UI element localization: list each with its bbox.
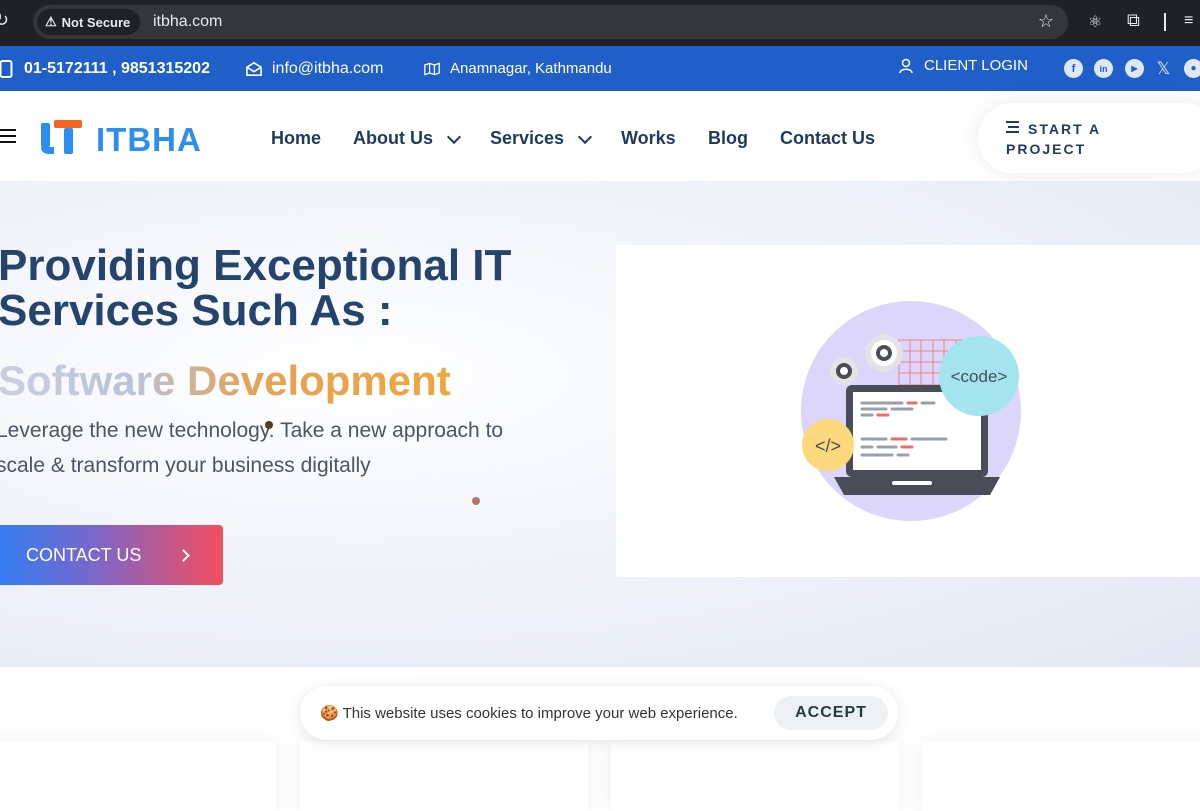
- chevron-down-icon: [446, 129, 462, 144]
- envelope-icon: [246, 61, 262, 77]
- address-contact: Anamnagar, Kathmandu: [424, 46, 612, 91]
- decorative-dot: [472, 497, 480, 505]
- hero-lead-text: Leverage the new technology. Take a new …: [0, 419, 504, 477]
- user-icon: [898, 58, 914, 74]
- nav-item-about-us[interactable]: About Us: [353, 128, 462, 149]
- security-chip[interactable]: ⚠ Not Secure: [37, 9, 141, 35]
- email-text: info@itbha.com: [272, 59, 384, 77]
- service-card[interactable]: [300, 741, 588, 811]
- phone-icon: [0, 59, 14, 78]
- nav-item-label: About Us: [353, 128, 433, 148]
- service-card[interactable]: [922, 741, 1200, 811]
- security-label: Not Secure: [61, 14, 131, 30]
- top-info-bar: 01-5172111 , 9851315202 info@itbha.com A…: [0, 46, 1200, 91]
- warning-icon: ⚠: [45, 14, 57, 29]
- client-login-link[interactable]: CLIENT LOGIN: [898, 43, 1028, 88]
- youtube-icon[interactable]: ▶: [1125, 59, 1144, 78]
- chevron-right-icon: [177, 549, 190, 562]
- nav-item-home[interactable]: Home: [271, 128, 321, 149]
- tag-bubble-text: </>: [815, 436, 841, 456]
- contact-us-label: CONTACT US: [26, 545, 142, 565]
- toolbar-divider: [1164, 13, 1166, 31]
- phone-contact[interactable]: 01-5172111 , 9851315202: [0, 46, 210, 91]
- hero-illustration-card: <code> </>: [616, 245, 1200, 577]
- address-bar[interactable]: ⚠ Not Secure itbha.com ☆: [33, 5, 1068, 39]
- linkedin-icon[interactable]: in: [1094, 59, 1113, 78]
- facebook-icon[interactable]: f: [1064, 59, 1083, 78]
- brand-wordmark[interactable]: ITBHA: [96, 121, 202, 159]
- itbha-logo-icon[interactable]: [40, 119, 84, 155]
- reload-icon[interactable]: ↻: [0, 10, 16, 32]
- contact-us-button[interactable]: CONTACT US: [0, 525, 223, 585]
- gear-icon: [865, 334, 903, 372]
- nav-item-label: Contact Us: [780, 128, 876, 148]
- nav-item-works[interactable]: Works: [621, 128, 676, 149]
- decorative-dot: [265, 421, 273, 429]
- cookie-message: 🍪 This website uses cookies to improve y…: [320, 705, 738, 722]
- hero-section: Providing Exceptional IT Services Such A…: [0, 181, 1200, 667]
- coding-laptop-illustration: <code> </>: [801, 301, 1021, 521]
- nav-item-label: Home: [271, 128, 322, 148]
- service-card[interactable]: [611, 741, 899, 811]
- nav-item-blog[interactable]: Blog: [708, 128, 748, 149]
- email-contact[interactable]: info@itbha.com: [246, 46, 383, 91]
- service-card[interactable]: [0, 741, 276, 811]
- start-project-label: START A PROJECT: [1006, 121, 1101, 157]
- nav-item-services[interactable]: Services: [490, 128, 593, 149]
- hamburger-menu-icon[interactable]: [0, 129, 16, 143]
- chevron-down-icon: [578, 129, 593, 144]
- accept-cookies-button[interactable]: ACCEPT: [774, 696, 888, 730]
- cookie-consent-banner: 🍪 This website uses cookies to improve y…: [300, 686, 898, 740]
- hero-typed-service: Software Development: [0, 357, 451, 404]
- start-project-button[interactable]: START A PROJECT: [978, 103, 1200, 173]
- address-text: Anamnagar, Kathmandu: [450, 60, 612, 77]
- nav-item-label: Services: [490, 128, 565, 148]
- url-text[interactable]: itbha.com: [153, 13, 222, 31]
- x-icon[interactable]: 𝕏: [1154, 59, 1173, 78]
- react-devtools-icon[interactable]: ⚛: [1088, 12, 1102, 32]
- main-navbar: ITBHA Home About Us Services Works Blog …: [0, 91, 1200, 181]
- client-login-label: CLIENT LOGIN: [924, 57, 1028, 74]
- map-icon: [424, 61, 440, 77]
- hero-headline: Providing Exceptional IT Services Such A…: [0, 241, 512, 335]
- code-bubble-text: <code>: [951, 367, 1008, 386]
- gear-icon: [830, 357, 858, 385]
- extensions-icon[interactable]: ⧉: [1127, 10, 1140, 31]
- github-icon[interactable]: ●: [1184, 59, 1200, 78]
- nav-item-contact-us[interactable]: Contact Us: [780, 128, 875, 149]
- nav-item-label: Blog: [708, 128, 748, 148]
- phone-numbers: 01-5172111 , 9851315202: [24, 59, 210, 77]
- nav-item-label: Works: [621, 128, 676, 148]
- browser-toolbar: ↻ ⚠ Not Secure itbha.com ☆ ⚛ ⧉ ≡: [0, 0, 1200, 46]
- bookmark-star-icon[interactable]: ☆: [1038, 11, 1054, 32]
- reading-list-icon[interactable]: ≡: [1184, 12, 1193, 30]
